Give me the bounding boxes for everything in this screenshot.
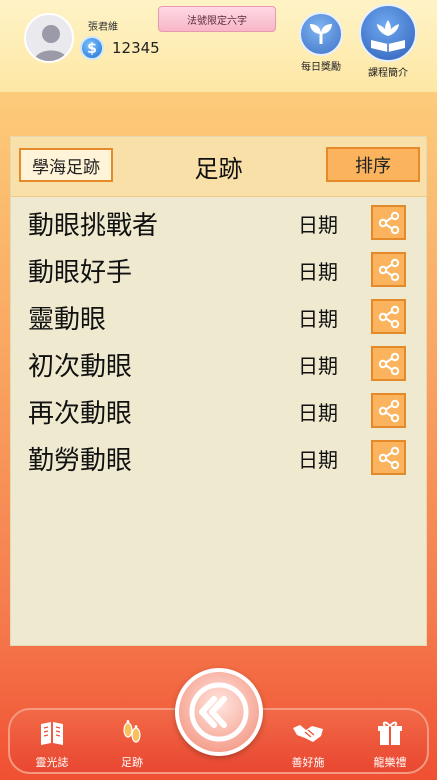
nav-label: 善好施 xyxy=(291,756,325,769)
share-icon[interactable] xyxy=(371,393,406,428)
footprint-icon xyxy=(123,720,141,743)
top-header: 張君維 $ 12345 法號限定六字 每日獎勵 課程簡介 xyxy=(0,0,437,92)
nav-label: 足跡 xyxy=(121,756,143,769)
list-item: 動眼好手 日期 xyxy=(11,247,426,294)
svg-text:$: $ xyxy=(87,41,97,57)
rewind-icon xyxy=(189,682,249,742)
course-intro-button[interactable]: 課程簡介 xyxy=(357,4,419,79)
course-intro-label: 課程簡介 xyxy=(368,68,408,79)
achievement-date: 日期 xyxy=(298,307,338,331)
footprint-panel: 學海足跡 足跡 排序 動眼挑戰者 日期 動眼好手 日期 靈動眼 日期 初次動眼 xyxy=(10,136,427,646)
avatar[interactable] xyxy=(24,13,74,63)
user-name: 張君維 xyxy=(88,22,118,33)
sprout-icon xyxy=(299,12,343,56)
share-icon[interactable] xyxy=(371,440,406,475)
panel-header: 學海足跡 足跡 排序 xyxy=(11,137,426,197)
handshake-icon xyxy=(293,725,323,742)
list-item: 靈動眼 日期 xyxy=(11,294,426,341)
title-badge: 法號限定六字 xyxy=(158,6,276,32)
share-icon[interactable] xyxy=(371,252,406,287)
center-replay-button[interactable] xyxy=(175,668,263,756)
list-item: 動眼挑戰者 日期 xyxy=(11,200,426,247)
nav-item-gift[interactable]: 龍樂禮 xyxy=(360,718,420,770)
nav-item-lingguang[interactable]: 靈光誌 xyxy=(22,718,82,770)
nav-label: 靈光誌 xyxy=(35,756,69,769)
achievement-date: 日期 xyxy=(298,354,338,378)
list-item: 初次動眼 日期 xyxy=(11,341,426,388)
achievement-list: 動眼挑戰者 日期 動眼好手 日期 靈動眼 日期 初次動眼 日期 再次動眼 日期 … xyxy=(11,200,426,482)
achievement-date: 日期 xyxy=(298,260,338,284)
coin-icon: $ xyxy=(80,36,104,60)
achievement-name: 動眼挑戰者 xyxy=(28,211,159,241)
coin-count: 12345 xyxy=(112,39,160,57)
share-icon[interactable] xyxy=(371,346,406,381)
daily-reward-label: 每日獎勵 xyxy=(301,62,341,73)
achievement-name: 勤勞動眼 xyxy=(28,446,133,476)
share-icon[interactable] xyxy=(371,205,406,240)
achievement-name: 初次動眼 xyxy=(28,352,133,382)
sort-button[interactable]: 排序 xyxy=(326,147,420,182)
achievement-date: 日期 xyxy=(298,213,338,237)
open-book-lotus-icon xyxy=(359,4,417,62)
share-icon[interactable] xyxy=(371,299,406,334)
nav-item-charity[interactable]: 善好施 xyxy=(278,718,338,770)
achievement-date: 日期 xyxy=(298,448,338,472)
nav-item-footprint[interactable]: 足跡 xyxy=(102,718,162,770)
achievement-name: 動眼好手 xyxy=(28,258,133,288)
achievement-name: 靈動眼 xyxy=(28,305,107,335)
achievement-date: 日期 xyxy=(298,401,338,425)
daily-reward-button[interactable]: 每日獎勵 xyxy=(298,12,344,74)
book-icon xyxy=(41,722,63,745)
achievement-name: 再次動眼 xyxy=(28,399,133,429)
gift-icon xyxy=(378,721,402,745)
list-item: 勤勞動眼 日期 xyxy=(11,435,426,482)
nav-label: 龍樂禮 xyxy=(373,756,407,769)
list-item: 再次動眼 日期 xyxy=(11,388,426,435)
